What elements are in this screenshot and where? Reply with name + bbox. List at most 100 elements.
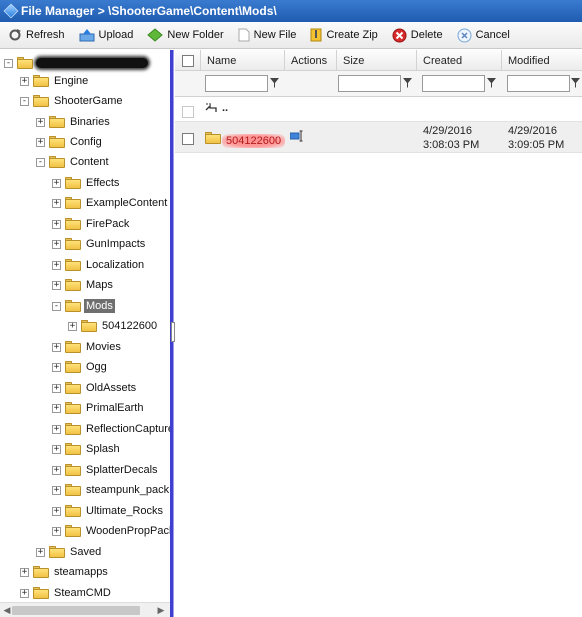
expand-icon[interactable]: + — [52, 219, 61, 229]
tree-root[interactable]: - — [4, 53, 148, 73]
new-folder-button[interactable]: New Folder — [143, 24, 227, 46]
modified-filter-input[interactable] — [507, 75, 570, 92]
refresh-icon — [9, 29, 21, 41]
delete-button[interactable]: Delete — [388, 24, 447, 46]
expand-icon[interactable]: + — [52, 342, 61, 352]
expand-icon[interactable]: + — [52, 465, 61, 475]
expand-icon[interactable]: + — [68, 321, 77, 331]
tree-item-steamapps[interactable]: + steamapps — [20, 562, 110, 582]
expand-icon[interactable]: + — [20, 76, 29, 86]
row-checkbox[interactable] — [182, 133, 194, 145]
tree-item-splash[interactable]: + Splash — [52, 439, 122, 459]
tree-item-label: ExampleContent — [86, 197, 168, 209]
tree-item-woodenproppack[interactable]: + WoodenPropPack — [52, 521, 171, 541]
tree-item-ultimate-rocks[interactable]: + Ultimate_Rocks — [52, 501, 165, 521]
folder-tree: - + Engine - ShooterGame + Binaries + Co… — [0, 50, 172, 617]
create-zip-label: Create Zip — [326, 29, 378, 41]
folder-icon — [49, 116, 65, 128]
tree-horizontal-scrollbar[interactable]: ◀ ▶ — [0, 602, 170, 617]
tree-item-mods[interactable]: - Mods — [52, 296, 115, 316]
delete-label: Delete — [410, 29, 443, 41]
tree-item-shootergame[interactable]: - ShooterGame — [20, 91, 124, 111]
rename-icon[interactable] — [290, 130, 304, 142]
tree-item-content[interactable]: - Content — [36, 152, 111, 172]
expand-icon[interactable]: + — [20, 567, 29, 577]
size-filter-input[interactable] — [338, 75, 401, 92]
expand-icon[interactable]: + — [36, 547, 45, 557]
expand-icon[interactable]: + — [52, 485, 61, 495]
tree-item-504122600[interactable]: + 504122600 — [68, 316, 159, 336]
scroll-left-icon[interactable]: ◀ — [2, 605, 12, 615]
column-name[interactable]: Name — [200, 50, 284, 71]
expand-icon[interactable]: + — [52, 178, 61, 188]
column-size[interactable]: Size — [336, 50, 416, 71]
tree-item-oldassets[interactable]: + OldAssets — [52, 378, 138, 398]
folder-icon — [65, 402, 81, 414]
parent-folder-row[interactable]: .. — [175, 97, 582, 121]
tree-item-engine[interactable]: + Engine — [20, 71, 90, 91]
tree-item-config[interactable]: + Config — [36, 132, 104, 152]
expand-icon[interactable]: + — [20, 588, 29, 598]
column-modified[interactable]: Modified — [501, 50, 582, 71]
expand-icon[interactable]: + — [52, 260, 61, 270]
cancel-button[interactable]: Cancel — [453, 24, 514, 46]
collapse-icon[interactable]: - — [4, 58, 13, 68]
refresh-button[interactable]: Refresh — [4, 24, 69, 46]
collapse-icon[interactable]: - — [36, 157, 45, 167]
zip-icon — [310, 28, 322, 42]
expand-icon[interactable]: + — [52, 280, 61, 290]
tree-item-maps[interactable]: + Maps — [52, 275, 115, 295]
up-folder-icon[interactable] — [205, 103, 219, 113]
tree-item-saved[interactable]: + Saved — [36, 542, 103, 562]
expand-icon[interactable]: + — [52, 424, 61, 434]
expand-icon[interactable]: + — [52, 383, 61, 393]
new-file-button[interactable]: New File — [234, 24, 301, 46]
expand-icon[interactable]: + — [52, 239, 61, 249]
expand-icon[interactable]: + — [52, 362, 61, 372]
tree-item-localization[interactable]: + Localization — [52, 255, 146, 275]
folder-icon — [65, 361, 81, 373]
tree-item-effects[interactable]: + Effects — [52, 173, 121, 193]
tree-item-ogg[interactable]: + Ogg — [52, 357, 109, 377]
tree-item-steamcmd[interactable]: + SteamCMD — [20, 583, 113, 603]
filter-icon[interactable] — [571, 78, 580, 88]
create-zip-button[interactable]: Create Zip — [306, 24, 381, 46]
table-row[interactable]: 504122600 4/29/2016 3:08:03 PM 4/29/2016… — [175, 121, 582, 153]
expand-icon[interactable]: + — [36, 117, 45, 127]
expand-icon[interactable]: + — [52, 444, 61, 454]
tree-item-movies[interactable]: + Movies — [52, 337, 123, 357]
tree-item-reflectioncapture[interactable]: + ReflectionCapture — [52, 419, 171, 439]
grid-header: Name Actions Size Created Modified — [175, 50, 582, 71]
tree-item-primalearth[interactable]: + PrimalEarth — [52, 398, 145, 418]
collapse-icon[interactable]: - — [20, 96, 29, 106]
scrollbar-thumb[interactable] — [12, 606, 140, 615]
folder-icon — [65, 238, 81, 250]
tree-item-examplecontent[interactable]: + ExampleContent — [52, 193, 169, 213]
folder-name-link[interactable]: 504122600 — [222, 134, 286, 148]
select-all-checkbox[interactable] — [182, 55, 194, 67]
upload-button[interactable]: Upload — [75, 24, 138, 46]
tree-item-label: Ultimate_Rocks — [86, 505, 164, 517]
expand-icon[interactable]: + — [52, 198, 61, 208]
tree-item-label-selected: Mods — [84, 299, 115, 313]
tree-item-splatterdecals[interactable]: + SplatterDecals — [52, 460, 160, 480]
parent-folder-label[interactable]: .. — [222, 102, 228, 115]
collapse-icon[interactable]: - — [52, 301, 61, 311]
tree-item-binaries[interactable]: + Binaries — [36, 112, 112, 132]
new-folder-label: New Folder — [167, 29, 224, 41]
expand-icon[interactable]: + — [52, 403, 61, 413]
column-created[interactable]: Created — [416, 50, 501, 71]
tree-item-steampunk-pack[interactable]: + steampunk_pack — [52, 480, 171, 500]
column-actions[interactable]: Actions — [284, 50, 336, 71]
filter-icon[interactable] — [403, 78, 412, 88]
filter-icon[interactable] — [487, 78, 496, 88]
name-filter-input[interactable] — [205, 75, 268, 92]
tree-item-gunimpacts[interactable]: + GunImpacts — [52, 234, 147, 254]
scroll-right-icon[interactable]: ▶ — [156, 605, 166, 615]
expand-icon[interactable]: + — [52, 506, 61, 516]
tree-item-firepack[interactable]: + FirePack — [52, 214, 131, 234]
created-filter-input[interactable] — [422, 75, 485, 92]
expand-icon[interactable]: + — [52, 526, 61, 536]
filter-icon[interactable] — [270, 78, 279, 88]
expand-icon[interactable]: + — [36, 137, 45, 147]
